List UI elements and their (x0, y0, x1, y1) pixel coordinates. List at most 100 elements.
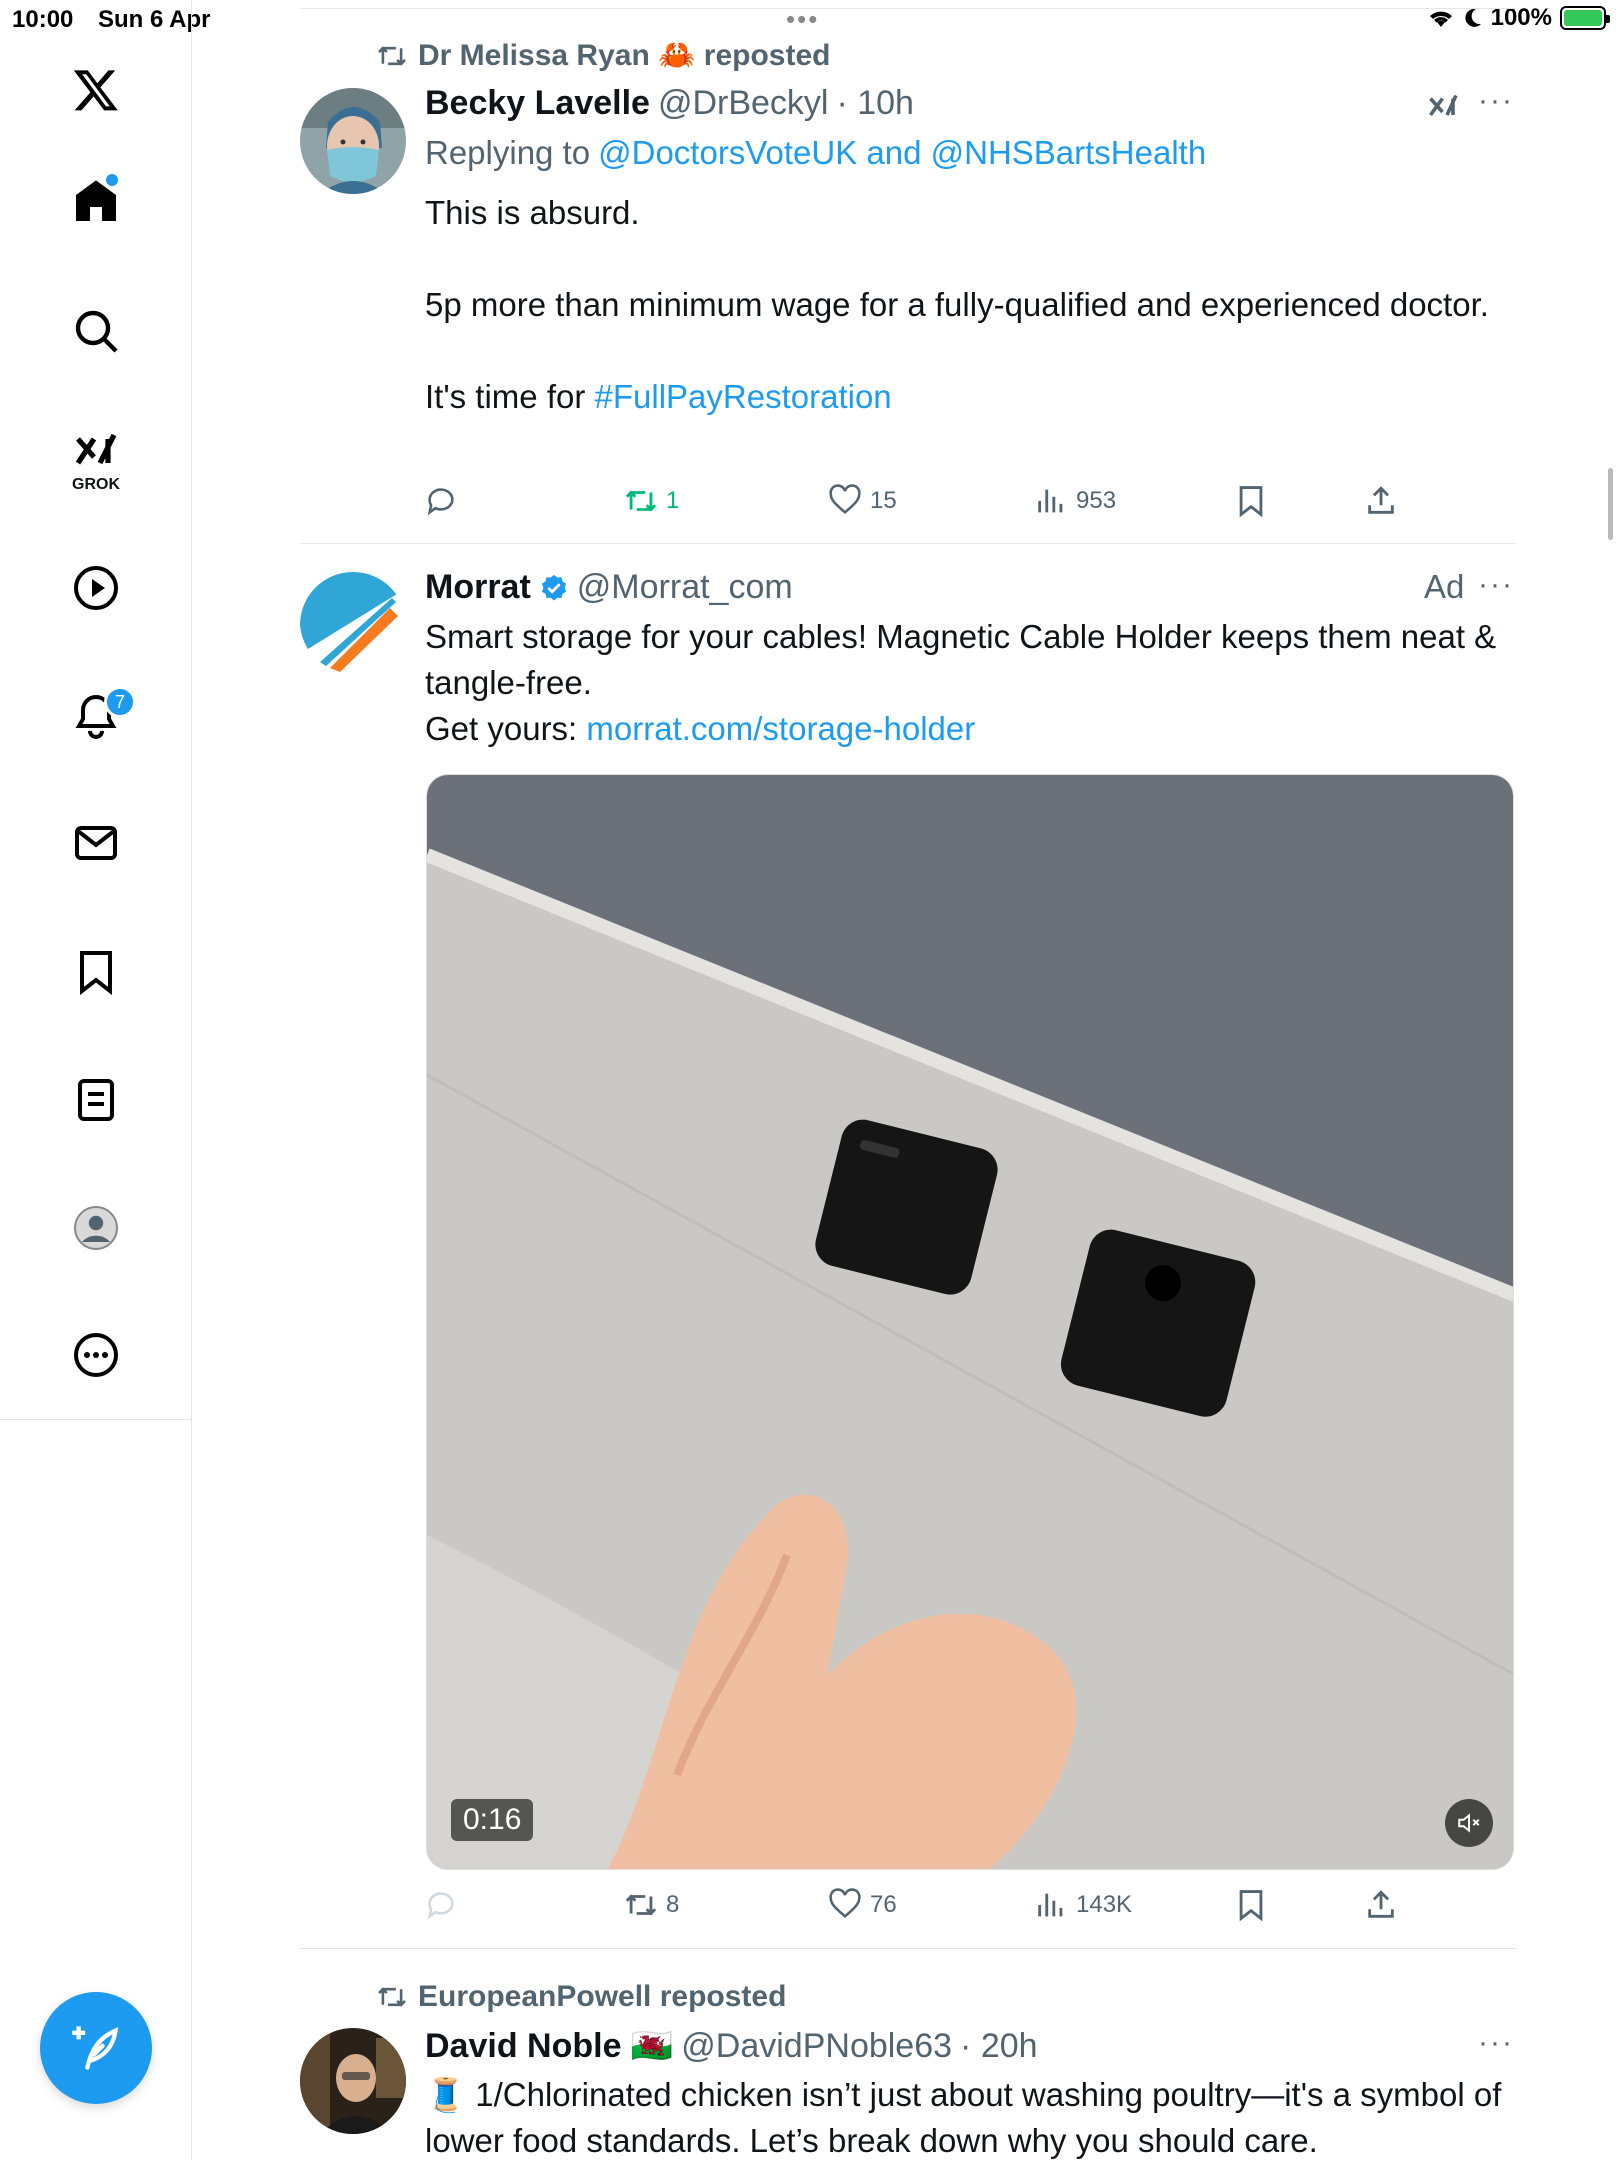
messages-envelope-icon[interactable] (61, 808, 131, 878)
more-options-icon[interactable] (61, 1320, 131, 1390)
x-logo-icon[interactable] (61, 55, 131, 125)
tweet-text: This is absurd. 5p more than minimum wag… (425, 190, 1515, 420)
tweet-header: Morrat @Morrat_com (425, 568, 793, 607)
repost-button[interactable]: 1 (624, 484, 679, 518)
status-bar: 10:00 Sun 6 Apr ••• 100% (0, 0, 1620, 40)
like-button[interactable]: 76 (828, 1888, 897, 1922)
bookmark-icon (1239, 1890, 1263, 1922)
profile-avatar-icon[interactable] (61, 1193, 131, 1263)
share-icon (1368, 1890, 1394, 1918)
tweet-header: Becky Lavelle @DrBeckyl · 10h (425, 84, 914, 123)
bookmark-button[interactable] (1234, 484, 1268, 518)
video-frame-image (427, 775, 1513, 1869)
like-count: 76 (870, 1891, 897, 1918)
tweet-text: Smart storage for your cables! Magnetic … (425, 614, 1515, 752)
tweet-actions: 1 15 953 (424, 484, 1424, 524)
tweet-time[interactable]: · 20h (960, 2027, 1038, 2066)
author-name[interactable]: Becky Lavelle (425, 84, 650, 123)
mute-toggle-button[interactable] (1445, 1799, 1493, 1847)
repost-icon (378, 1987, 406, 2007)
views-bars-icon (1038, 1893, 1063, 1917)
battery-icon (1560, 6, 1610, 30)
reply-button[interactable] (424, 484, 458, 518)
notifications-badge: 7 (104, 686, 136, 718)
like-count: 15 (870, 487, 897, 514)
like-button[interactable]: 15 (828, 484, 897, 518)
tweet-text-line-1: This is absurd. (425, 194, 640, 231)
heart-icon (829, 484, 861, 515)
video-play-icon[interactable] (61, 553, 131, 623)
repost-icon (625, 490, 657, 512)
reply-button[interactable] (424, 1888, 458, 1922)
grok-label: GROK (72, 476, 120, 493)
ad-video[interactable]: 0:16 (426, 774, 1514, 1870)
tweet-text: 🧵 1/Chlorinated chicken isn’t just about… (425, 2072, 1515, 2160)
bookmark-icon (1239, 486, 1263, 518)
tweet-time[interactable]: · 10h (836, 84, 914, 123)
moon-icon (1465, 8, 1481, 27)
wifi-icon (1429, 11, 1452, 27)
author-handle[interactable]: @DrBeckyl (658, 84, 829, 123)
views-button[interactable]: 953 (1034, 484, 1116, 518)
share-button[interactable] (1364, 1888, 1398, 1922)
avatar-david-noble[interactable] (300, 2028, 406, 2134)
heart-icon (829, 1888, 861, 1919)
bookmarks-icon[interactable] (61, 937, 131, 1007)
reply-icon (427, 1892, 454, 1920)
grok-explain-icon[interactable] (1426, 88, 1462, 124)
repost-icon (625, 1894, 657, 1916)
tweet-divider (300, 543, 1516, 544)
tweet-text-prefix: Get yours: (425, 710, 578, 747)
replying-to-label: Replying to (425, 134, 591, 171)
avatar-becky-lavelle[interactable] (300, 88, 406, 194)
replying-to-handles[interactable]: @DoctorsVoteUK and @NHSBartsHealth (598, 134, 1206, 172)
repost-count: 1 (666, 487, 680, 514)
speaker-muted-icon (1458, 1813, 1480, 1833)
reply-icon (427, 488, 454, 516)
compose-post-button[interactable] (40, 1992, 152, 2104)
compose-feather-icon (72, 2026, 119, 2070)
feed-top-divider (300, 8, 1516, 9)
author-name[interactable]: Morrat (425, 568, 531, 607)
repost-indicator: Dr Melissa Ryan 🦀 reposted (376, 38, 831, 73)
tweet-header: David Noble 🏴󠁧󠁢󠁷󠁬󠁳󠁿 @DavidPNoble63 · 20h (425, 2026, 1038, 2066)
bookmark-button[interactable] (1234, 1888, 1268, 1922)
repost-button[interactable]: 8 (624, 1888, 679, 1922)
tweet-text-line-3: It's time for #FullPayRestoration (425, 374, 1515, 420)
home-icon[interactable] (61, 166, 131, 236)
author-name[interactable]: David Noble 🏴󠁧󠁢󠁷󠁬󠁳󠁿 (425, 2026, 673, 2066)
views-bars-icon (1038, 489, 1063, 513)
repost-icon (378, 45, 406, 66)
share-icon (1368, 486, 1394, 514)
scrollbar[interactable] (1608, 468, 1613, 540)
ad-link[interactable]: morrat.com/storage-holder (586, 710, 975, 747)
tweet-text-line-1: 🧵 1/Chlorinated chicken isn’t just about… (425, 2076, 1502, 2159)
avatar-morrat[interactable] (300, 572, 406, 678)
view-count: 143K (1076, 1891, 1133, 1918)
tweet-text-line-1: Smart storage for your cables! Magnetic … (425, 618, 1497, 701)
lists-icon[interactable] (61, 1065, 131, 1135)
repost-by-text[interactable]: EuropeanPowell reposted (418, 1980, 786, 2014)
tweet-more-icon[interactable]: ··· (1478, 2026, 1514, 2060)
views-button[interactable]: 143K (1034, 1888, 1132, 1922)
tweet-text-line-2: Get yours: morrat.com/storage-holder (425, 706, 1515, 752)
search-icon[interactable] (61, 296, 131, 366)
home-unread-dot (106, 174, 118, 186)
video-duration: 0:16 (451, 1799, 534, 1841)
reply-context: Replying to @DoctorsVoteUK and @NHSBarts… (425, 134, 1206, 172)
verified-badge-icon (541, 574, 566, 600)
sidebar: GROK 7 (0, 0, 192, 1420)
tweet-text-line-2: 5p more than minimum wage for a fully-qu… (425, 286, 1489, 323)
author-handle[interactable]: @Morrat_com (577, 568, 793, 607)
tweet-actions: 8 76 143K (424, 1888, 1424, 1928)
repost-indicator: EuropeanPowell reposted (376, 1980, 786, 2014)
repost-by-text[interactable]: Dr Melissa Ryan 🦀 reposted (418, 38, 831, 73)
author-handle[interactable]: @DavidPNoble63 (681, 2027, 952, 2066)
repost-count: 8 (666, 1891, 680, 1918)
hashtag-link[interactable]: #FullPayRestoration (595, 378, 892, 415)
share-button[interactable] (1364, 484, 1398, 518)
tweet-more-icon[interactable]: ··· (1478, 568, 1514, 602)
tweet-text-prefix: It's time for (425, 378, 586, 415)
tweet-more-icon[interactable]: ··· (1478, 84, 1514, 118)
view-count: 953 (1076, 487, 1117, 514)
